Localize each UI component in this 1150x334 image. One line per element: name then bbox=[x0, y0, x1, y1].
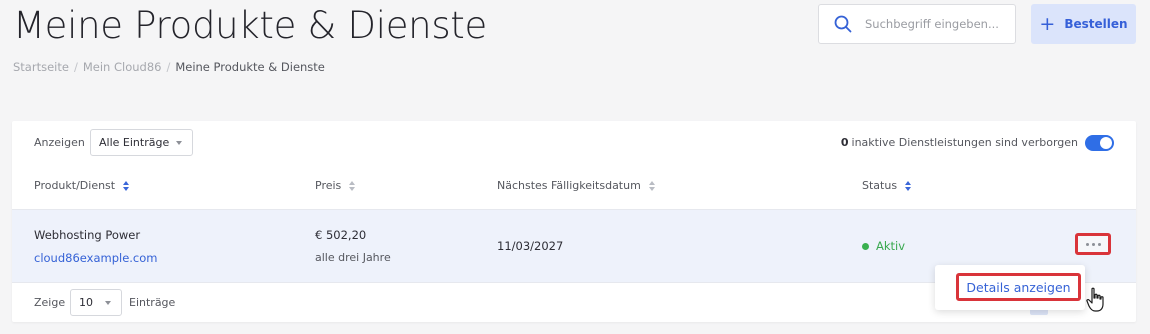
plus-icon: + bbox=[1039, 12, 1056, 35]
breadcrumb-separator: / bbox=[166, 60, 171, 74]
breadcrumb-current: Meine Produkte & Dienste bbox=[175, 60, 325, 74]
product-domain-link[interactable]: cloud86example.com bbox=[34, 251, 158, 265]
hand-pointer-icon bbox=[1086, 287, 1104, 312]
sort-icon bbox=[349, 180, 356, 191]
order-button-label: Bestellen bbox=[1064, 17, 1128, 31]
inactive-count: 0 bbox=[840, 136, 849, 149]
search-box[interactable] bbox=[818, 4, 1016, 44]
more-dots-icon bbox=[1097, 242, 1101, 246]
column-header-product[interactable]: Produkt/Dienst bbox=[34, 179, 130, 192]
sort-icon bbox=[648, 180, 655, 191]
column-header-label: Status bbox=[862, 179, 898, 192]
sort-icon bbox=[905, 180, 912, 191]
actions-dropdown-menu: Details anzeigen bbox=[935, 265, 1085, 310]
more-dots-icon bbox=[1085, 242, 1089, 246]
hide-inactive-toggle[interactable] bbox=[1085, 135, 1114, 151]
entries-filter-select[interactable]: Alle Einträge bbox=[90, 129, 193, 156]
details-menu-item[interactable]: Details anzeigen bbox=[956, 273, 1081, 301]
show-filter-label: Anzeigen bbox=[34, 136, 85, 149]
column-header-label: Preis bbox=[315, 179, 342, 192]
column-header-status[interactable]: Status bbox=[862, 179, 912, 192]
billing-cycle: alle drei Jahre bbox=[315, 251, 391, 264]
page-size-value: 10 bbox=[79, 296, 93, 309]
order-button[interactable]: + Bestellen bbox=[1031, 4, 1136, 44]
more-actions-button[interactable] bbox=[1075, 233, 1111, 255]
product-name: Webhosting Power bbox=[34, 228, 141, 242]
breadcrumb: Startseite / Mein Cloud86 / Meine Produkte &… bbox=[13, 60, 325, 74]
column-header-due-date[interactable]: Nächstes Fälligkeitsdatum bbox=[497, 179, 655, 192]
sort-icon bbox=[123, 180, 130, 191]
inactive-text: inaktive Dienstleistungen sind verborgen bbox=[851, 136, 1078, 149]
page-size-label: Zeige bbox=[34, 296, 66, 309]
inactive-services-note: 0 inaktive Dienstleistungen sind verborge… bbox=[841, 136, 1078, 149]
page-title: Meine Produkte & Dienste bbox=[13, 4, 487, 47]
entries-filter-value: Alle Einträge bbox=[99, 136, 170, 149]
column-header-price[interactable]: Preis bbox=[315, 179, 356, 192]
breadcrumb-home[interactable]: Startseite bbox=[13, 60, 69, 74]
search-icon[interactable] bbox=[833, 14, 853, 34]
chevron-down-icon bbox=[176, 141, 182, 145]
more-dots-icon bbox=[1091, 242, 1095, 246]
status-dot-icon bbox=[862, 242, 869, 250]
search-input[interactable] bbox=[865, 17, 1005, 31]
breadcrumb-separator: / bbox=[73, 60, 78, 74]
page-size-select[interactable]: 10 bbox=[70, 289, 122, 316]
entries-label: Einträge bbox=[129, 296, 176, 309]
status-label: Aktiv bbox=[876, 239, 906, 253]
status-badge: Aktiv bbox=[862, 239, 905, 253]
column-header-label: Nächstes Fälligkeitsdatum bbox=[497, 179, 641, 192]
breadcrumb-cloud86[interactable]: Mein Cloud86 bbox=[83, 60, 162, 74]
toggle-knob bbox=[1100, 137, 1112, 149]
next-due-date: 11/03/2027 bbox=[497, 239, 564, 253]
price-value: € 502,20 bbox=[315, 228, 367, 242]
chevron-down-icon bbox=[105, 301, 111, 305]
column-header-label: Produkt/Dienst bbox=[34, 179, 116, 192]
